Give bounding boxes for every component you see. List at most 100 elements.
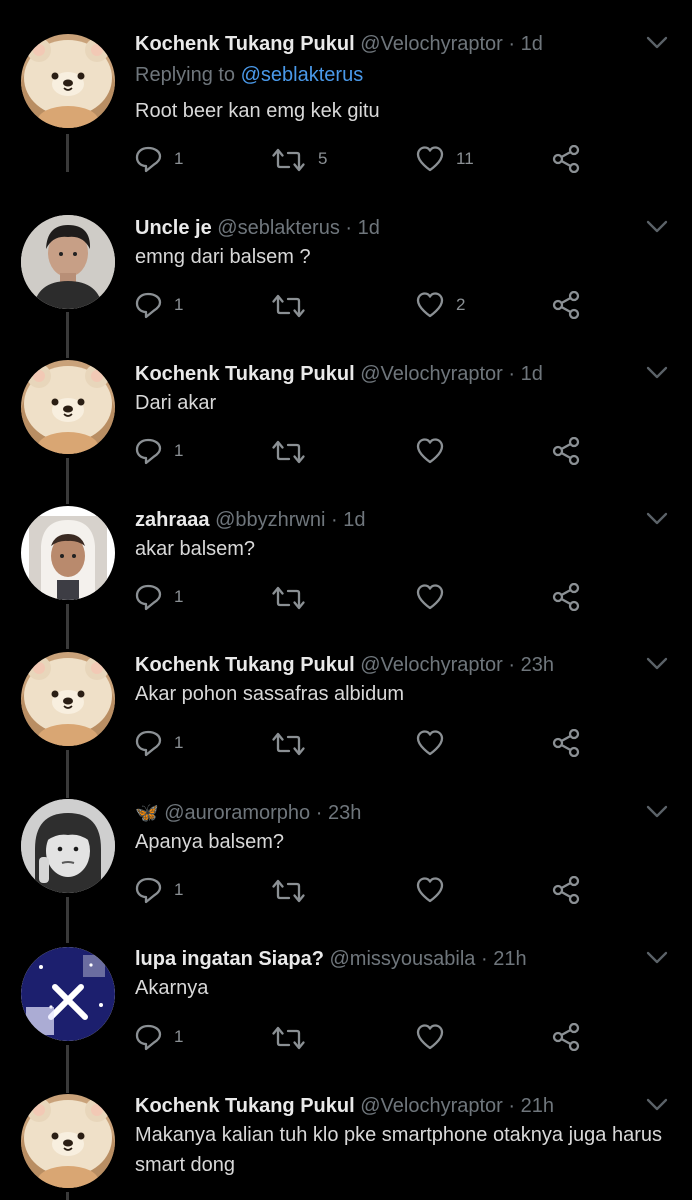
display-name[interactable]: Uncle je: [135, 217, 212, 239]
avatar[interactable]: [21, 799, 115, 893]
reply-button[interactable]: 1: [135, 728, 183, 758]
timestamp[interactable]: 1d: [521, 33, 543, 55]
timestamp[interactable]: 23h: [328, 802, 361, 824]
user-handle[interactable]: @Velochyraptor: [360, 654, 503, 676]
reply-icon: [135, 146, 162, 173]
share-button[interactable]: [552, 290, 580, 320]
separator-dot: ·: [508, 363, 516, 385]
tweet-header: Kochenk Tukang Pukul @Velochyraptor · 21…: [135, 1093, 632, 1119]
chevron-down-icon[interactable]: [646, 366, 668, 380]
tweet[interactable]: 🦋 @auroramorpho · 23h Apanya balsem? 1: [0, 795, 692, 943]
tweet[interactable]: zahraaa @bbyzhrwni · 1d akar balsem? 1: [0, 502, 692, 649]
tweet-text: Akarnya: [135, 977, 209, 999]
user-handle[interactable]: @Velochyraptor: [360, 33, 503, 55]
tweet-header: zahraaa @bbyzhrwni · 1d: [135, 507, 632, 533]
share-icon: [552, 437, 580, 465]
thread-connector: [66, 750, 69, 798]
timestamp[interactable]: 1d: [521, 363, 543, 385]
share-button[interactable]: [552, 582, 580, 612]
tweet[interactable]: Kochenk Tukang Pukul @Velochyraptor · 21…: [0, 1088, 692, 1200]
butterfly-emoji-name[interactable]: 🦋: [135, 803, 159, 824]
retweet-button[interactable]: [272, 1022, 306, 1052]
chevron-down-icon[interactable]: [646, 220, 668, 234]
retweet-button[interactable]: 5: [272, 144, 327, 174]
tweet-actions: 1: [135, 728, 595, 758]
avatar[interactable]: [21, 947, 115, 1041]
share-button[interactable]: [552, 728, 580, 758]
user-handle[interactable]: @Velochyraptor: [360, 1095, 503, 1117]
tweet[interactable]: lupa ingatan Siapa? @missyousabila · 21h…: [0, 941, 692, 1093]
timestamp[interactable]: 23h: [521, 654, 554, 676]
like-button[interactable]: [416, 875, 444, 905]
chevron-down-icon[interactable]: [646, 1098, 668, 1112]
avatar[interactable]: [21, 506, 115, 600]
timestamp[interactable]: 21h: [493, 948, 526, 970]
user-handle[interactable]: @seblakterus: [217, 217, 340, 239]
retweet-icon: [272, 440, 305, 464]
chevron-down-icon[interactable]: [646, 36, 668, 50]
reply-count: 1: [174, 441, 184, 460]
heart-icon: [416, 730, 444, 756]
reply-button[interactable]: 1: [135, 582, 183, 612]
retweet-button[interactable]: [272, 728, 306, 758]
avatar[interactable]: [21, 34, 115, 128]
timestamp[interactable]: 21h: [521, 1095, 554, 1117]
retweet-icon: [272, 879, 305, 903]
retweet-button[interactable]: [272, 875, 306, 905]
display-name[interactable]: Kochenk Tukang Pukul: [135, 1095, 355, 1117]
user-handle[interactable]: @Velochyraptor: [360, 363, 503, 385]
share-button[interactable]: [552, 144, 580, 174]
retweet-button[interactable]: [272, 436, 306, 466]
like-button[interactable]: [416, 728, 444, 758]
retweet-button[interactable]: [272, 290, 306, 320]
chevron-down-icon[interactable]: [646, 657, 668, 671]
display-name[interactable]: Kochenk Tukang Pukul: [135, 363, 355, 385]
reply-icon: [135, 1024, 162, 1051]
reply-button[interactable]: 1: [135, 1022, 183, 1052]
user-handle[interactable]: @missyousabila: [329, 948, 475, 970]
reply-button[interactable]: 1: [135, 290, 183, 320]
display-name[interactable]: zahraaa: [135, 509, 210, 531]
reply-button[interactable]: 1: [135, 144, 183, 174]
separator-dot: ·: [345, 217, 353, 239]
tweet[interactable]: Uncle je @seblakterus · 1d emng dari bal…: [0, 210, 692, 358]
like-button[interactable]: [416, 1022, 444, 1052]
display-name[interactable]: Kochenk Tukang Pukul: [135, 33, 355, 55]
chevron-down-icon[interactable]: [646, 805, 668, 819]
reply-count: 1: [174, 295, 184, 314]
avatar[interactable]: [21, 215, 115, 309]
share-button[interactable]: [552, 436, 580, 466]
like-button[interactable]: 11: [416, 144, 474, 174]
tweet[interactable]: Kochenk Tukang Pukul @Velochyraptor · 1d…: [0, 356, 692, 504]
chevron-down-icon[interactable]: [646, 951, 668, 965]
tweet-text: Apanya balsem?: [135, 831, 284, 853]
like-button[interactable]: [416, 582, 444, 612]
reply-button[interactable]: 1: [135, 875, 183, 905]
avatar[interactable]: [21, 652, 115, 746]
like-button[interactable]: 2: [416, 290, 465, 320]
retweet-button[interactable]: [272, 582, 306, 612]
share-button[interactable]: [552, 875, 580, 905]
chevron-down-icon[interactable]: [646, 512, 668, 526]
replying-to-link[interactable]: @seblakterus: [241, 64, 364, 86]
timestamp[interactable]: 1d: [343, 509, 365, 531]
display-name[interactable]: lupa ingatan Siapa?: [135, 948, 324, 970]
avatar[interactable]: [21, 1094, 115, 1188]
heart-icon: [416, 146, 444, 172]
share-button[interactable]: [552, 1022, 580, 1052]
display-name[interactable]: Kochenk Tukang Pukul: [135, 654, 355, 676]
tweet[interactable]: Kochenk Tukang Pukul @Velochyraptor · 23…: [0, 647, 692, 798]
reply-count: 1: [174, 1027, 184, 1046]
timestamp[interactable]: 1d: [358, 217, 380, 239]
separator-dot: ·: [508, 33, 516, 55]
user-handle[interactable]: @bbyzhrwni: [215, 509, 325, 531]
like-button[interactable]: [416, 436, 444, 466]
tweet-actions: 1: [135, 1022, 595, 1052]
separator-dot: ·: [315, 802, 323, 824]
reply-button[interactable]: 1: [135, 436, 183, 466]
user-handle[interactable]: @auroramorpho: [164, 802, 310, 824]
avatar[interactable]: [21, 360, 115, 454]
replying-label: Replying to: [135, 64, 236, 86]
tweet[interactable]: Kochenk Tukang Pukul @Velochyraptor · 1d…: [0, 26, 692, 174]
tweet-text: akar balsem?: [135, 538, 256, 560]
